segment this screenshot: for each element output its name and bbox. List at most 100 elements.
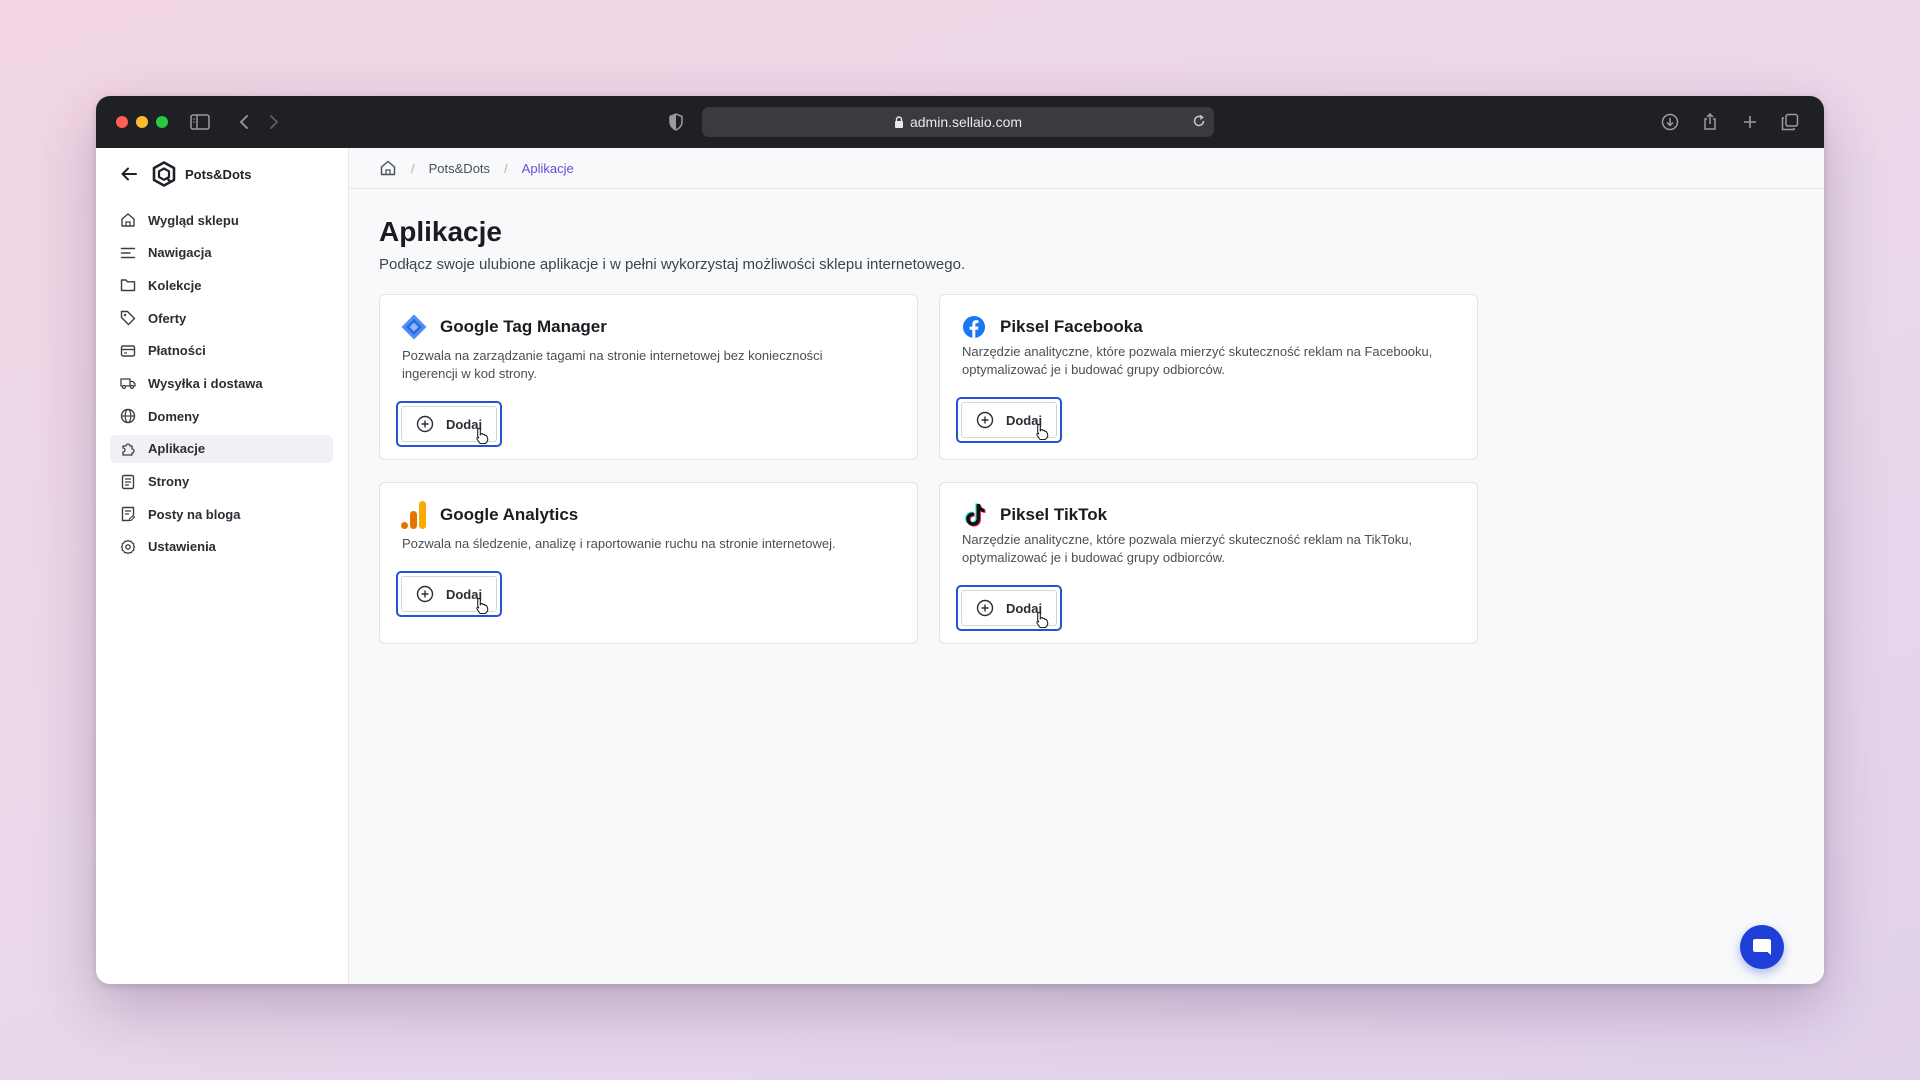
home-icon[interactable] (379, 159, 397, 177)
browser-window: admin.sellaio.com Pots&Dots Wygląd sklep… (96, 96, 1824, 984)
sidebar-item-oferty[interactable]: Oferty (110, 304, 333, 332)
puzzle-icon (120, 441, 136, 457)
globe-icon (120, 408, 136, 424)
facebook-icon (960, 313, 988, 341)
forward-icon[interactable] (262, 110, 286, 134)
lock-icon (894, 116, 904, 128)
sidebar-header: Pots&Dots (120, 160, 251, 188)
downloads-icon[interactable] (1658, 110, 1682, 134)
breadcrumb-store-link[interactable]: Pots&Dots (429, 161, 490, 176)
sidebar-item-label: Wysyłka i dostawa (148, 375, 263, 391)
sidebar-item-domeny[interactable]: Domeny (110, 402, 333, 430)
app-card-google-tag-manager: Google Tag Manager Pozwala na zarządzani… (379, 294, 918, 460)
privacy-shield-icon[interactable] (664, 110, 688, 134)
add-google-analytics-button[interactable]: Dodaj (396, 571, 502, 617)
chat-bubble-icon (1751, 936, 1773, 958)
sidebar: Pots&Dots Wygląd sklepu Nawigacja Kolekc… (96, 148, 349, 984)
sidebar-item-label: Płatności (148, 343, 206, 359)
close-window-button[interactable] (116, 116, 128, 128)
store-name: Pots&Dots (185, 166, 252, 182)
chat-button[interactable] (1740, 925, 1784, 969)
hand-cursor-icon (1034, 611, 1050, 629)
app-description: Pozwala na zarządzanie tagami na stronie… (402, 348, 823, 381)
browser-toolbar: admin.sellaio.com (96, 96, 1824, 148)
breadcrumb-separator: / (411, 160, 415, 176)
sidebar-nav: Wygląd sklepu Nawigacja Kolekcje Oferty … (110, 206, 333, 566)
hand-cursor-icon (1034, 423, 1050, 441)
page-title: Aplikacje (379, 216, 502, 247)
sidebar-item-wysylka-i-dostawa[interactable]: Wysyłka i dostawa (110, 369, 333, 397)
blog-post-icon (120, 506, 136, 522)
back-arrow-icon[interactable] (120, 165, 138, 183)
page-subtitle: Podłącz swoje ulubione aplikacje i w peł… (379, 256, 966, 273)
credit-card-icon (120, 343, 136, 359)
sidebar-item-label: Ustawienia (148, 539, 216, 555)
house-icon (120, 212, 136, 228)
app-name: Google Tag Manager (440, 317, 607, 336)
sidebar-item-label: Kolekcje (148, 277, 202, 293)
app-card-piksel-tiktok: Piksel TikTok Narzędzie analityczne, któ… (939, 482, 1478, 644)
app-card-header: Piksel Facebooka (960, 313, 1143, 341)
tag-icon (120, 310, 136, 326)
app-name: Google Analytics (440, 505, 579, 524)
address-bar[interactable]: admin.sellaio.com (702, 107, 1214, 137)
back-icon[interactable] (232, 110, 256, 134)
app-name: Piksel Facebooka (1000, 317, 1143, 336)
app-content: Pots&Dots Wygląd sklepu Nawigacja Kolekc… (96, 148, 1824, 984)
app-description: Narzędzie analityczne, które pozwala mie… (962, 344, 1433, 377)
google-analytics-icon (400, 501, 428, 529)
app-description: Pozwala na śledzenie, analizę i raportow… (402, 536, 836, 551)
main-content: / Pots&Dots / Aplikacje Aplikacje Podłąc… (349, 148, 1824, 984)
share-icon[interactable] (1698, 110, 1722, 134)
hand-cursor-icon (474, 427, 490, 445)
breadcrumb-separator: / (504, 160, 508, 176)
folder-icon (120, 277, 136, 293)
window-controls (116, 116, 168, 128)
sidebar-item-label: Domeny (148, 408, 200, 424)
sidebar-item-posty-na-bloga[interactable]: Posty na bloga (110, 500, 333, 528)
app-card-google-analytics: Google Analytics Pozwala na śledzenie, a… (379, 482, 918, 644)
plus-circle-icon (416, 415, 434, 433)
sidebar-item-label: Aplikacje (148, 441, 206, 457)
store-logo-icon (151, 161, 177, 187)
sidebar-item-wyglad-sklepu[interactable]: Wygląd sklepu (110, 206, 333, 234)
truck-icon (120, 375, 136, 391)
reload-icon[interactable] (1192, 114, 1206, 128)
sidebar-item-aplikacje[interactable]: Aplikacje (110, 434, 333, 463)
menu-lines-icon (120, 245, 136, 261)
gear-icon (120, 539, 136, 555)
add-google-tag-manager-button[interactable]: Dodaj (396, 401, 502, 447)
plus-circle-icon (416, 585, 434, 603)
google-tag-manager-icon (400, 313, 428, 341)
page-icon (120, 474, 136, 490)
url-text: admin.sellaio.com (909, 114, 1023, 130)
add-piksel-tiktok-button[interactable]: Dodaj (956, 585, 1062, 631)
sidebar-toggle-icon[interactable] (188, 110, 212, 134)
app-card-header: Piksel TikTok (960, 501, 1107, 529)
sidebar-item-platnosci[interactable]: Płatności (110, 337, 333, 365)
app-description: Narzędzie analityczne, które pozwala mie… (962, 532, 1413, 565)
add-piksel-facebooka-button[interactable]: Dodaj (956, 397, 1062, 443)
tiktok-icon (960, 501, 988, 529)
hand-cursor-icon (474, 597, 490, 615)
sidebar-item-label: Wygląd sklepu (148, 212, 239, 228)
minimize-window-button[interactable] (136, 116, 148, 128)
sidebar-item-label: Strony (148, 474, 190, 489)
app-card-piksel-facebooka: Piksel Facebooka Narzędzie analityczne, … (939, 294, 1478, 460)
app-card-header: Google Tag Manager (400, 313, 607, 341)
maximize-window-button[interactable] (156, 116, 168, 128)
breadcrumb: / Pots&Dots / Aplikacje (349, 148, 1824, 189)
breadcrumb-current: Aplikacje (521, 160, 574, 176)
sidebar-item-label: Oferty (148, 310, 187, 326)
plus-circle-icon (976, 411, 994, 429)
sidebar-item-nawigacja[interactable]: Nawigacja (110, 239, 333, 267)
sidebar-item-ustawienia[interactable]: Ustawienia (110, 533, 333, 561)
sidebar-item-label: Nawigacja (148, 245, 212, 261)
plus-circle-icon (976, 599, 994, 617)
new-tab-icon[interactable] (1738, 110, 1762, 134)
sidebar-item-strony[interactable]: Strony (110, 468, 333, 496)
app-name: Piksel TikTok (1000, 505, 1108, 524)
sidebar-item-label: Posty na bloga (148, 506, 241, 522)
sidebar-item-kolekcje[interactable]: Kolekcje (110, 271, 333, 299)
tab-overview-icon[interactable] (1778, 110, 1802, 134)
